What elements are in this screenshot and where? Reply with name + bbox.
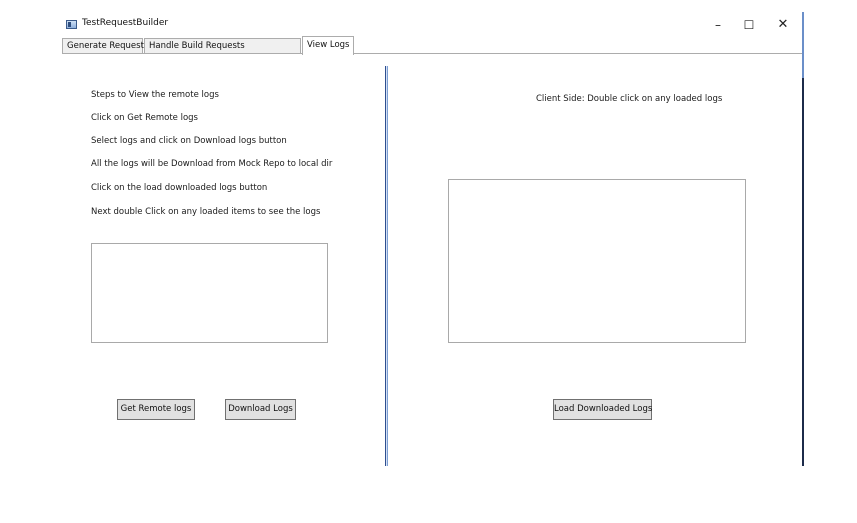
remote-logs-listbox[interactable]	[91, 243, 328, 343]
close-button[interactable]: ✕	[771, 16, 795, 34]
maximize-button[interactable]: ☐	[737, 16, 761, 34]
load-downloaded-logs-button[interactable]: Load Downloaded Logs	[553, 399, 652, 420]
step-2-text: Select logs and click on Download logs b…	[91, 136, 287, 146]
app-icon	[66, 20, 77, 29]
local-logs-listbox[interactable]	[448, 179, 746, 343]
download-logs-button[interactable]: Download Logs	[225, 399, 296, 420]
client-side-label: Client Side: Double click on any loaded …	[536, 94, 723, 104]
step-4-text: Click on the load downloaded logs button	[91, 183, 268, 193]
window-border-highlight	[802, 12, 804, 78]
minimize-button[interactable]: –	[706, 16, 730, 34]
step-3-text: All the logs will be Download from Mock …	[91, 159, 333, 169]
tab-divider	[62, 53, 802, 54]
tab-generate-requests[interactable]: Generate Requests	[62, 38, 148, 53]
step-5-text: Next double Click on any loaded items to…	[91, 207, 321, 217]
panel-splitter[interactable]	[385, 66, 388, 466]
step-1-text: Click on Get Remote logs	[91, 113, 198, 123]
window-border	[802, 12, 804, 466]
tab-handle-build-requests[interactable]: Handle Build Requests	[144, 38, 301, 53]
app-window: TestRequestBuilder – ☐ ✕ Generate Reques…	[0, 0, 802, 466]
title-bar[interactable]: TestRequestBuilder – ☐ ✕	[0, 14, 802, 36]
window-title: TestRequestBuilder	[82, 18, 169, 28]
get-remote-logs-button[interactable]: Get Remote logs	[117, 399, 195, 420]
steps-heading: Steps to View the remote logs	[91, 90, 219, 100]
tab-view-logs[interactable]: View Logs	[302, 36, 354, 55]
